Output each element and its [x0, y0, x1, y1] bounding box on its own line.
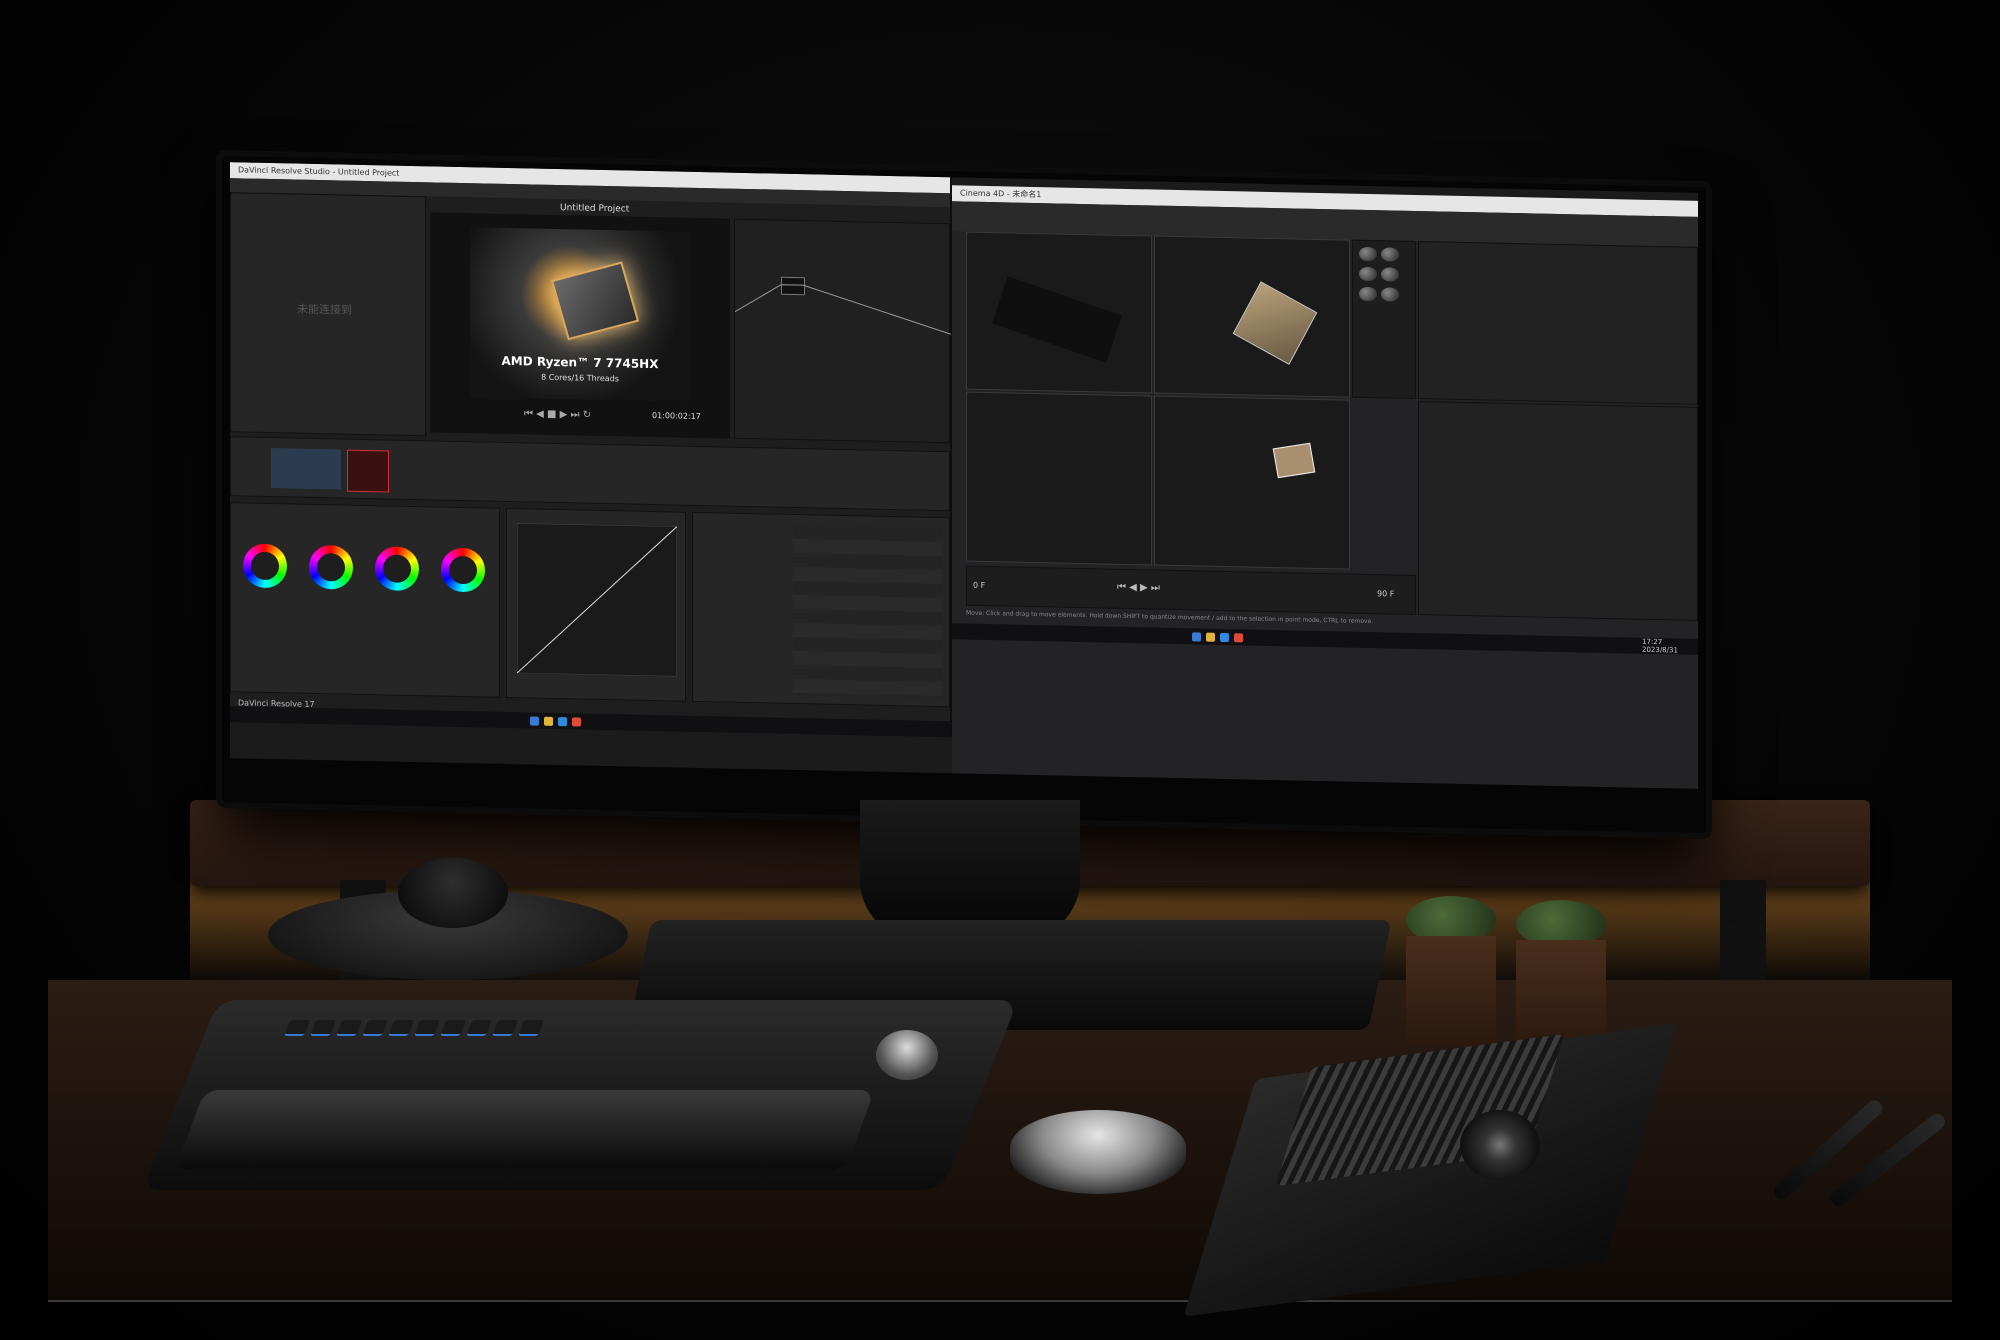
- edge-icon[interactable]: [558, 717, 567, 727]
- wireless-mouse: [1010, 1110, 1186, 1194]
- taskbar-clock: 17:27 2023/8/31: [1642, 638, 1678, 655]
- video-viewer[interactable]: AMD Ryzen™ 7 7745HX 8 Cores/16 Threads ⏮…: [430, 212, 730, 439]
- material-swatch[interactable]: [1359, 246, 1377, 262]
- viewer-caption-sub: 8 Cores/16 Threads: [541, 372, 619, 384]
- wrist-rest: [175, 1090, 875, 1170]
- playback-controls[interactable]: ⏮ ◀ ▶ ⏭: [1117, 582, 1160, 594]
- model-silhouette: [992, 276, 1122, 363]
- clip-thumbnail-strip[interactable]: [230, 436, 950, 512]
- materials-panel[interactable]: [1352, 239, 1416, 400]
- object-manager[interactable]: [1418, 241, 1698, 405]
- frame-field[interactable]: 0 F: [973, 581, 985, 590]
- app-icon[interactable]: [572, 717, 581, 727]
- motherboard-model-small: [1272, 442, 1316, 479]
- cinema4d-window: Cinema 4D - 未命名1 0 F 90 F ⏮ ◀ ▶ ⏭ Move: …: [952, 185, 1698, 789]
- timeline-bar[interactable]: 0 F 90 F ⏮ ◀ ▶ ⏭: [966, 565, 1416, 616]
- plant-pot-left: [1406, 936, 1496, 1046]
- end-frame-field[interactable]: 90 F: [1377, 589, 1394, 598]
- viewport-perspective-top-right[interactable]: [1154, 235, 1350, 398]
- keycap: [309, 1020, 337, 1036]
- project-title: Untitled Project: [560, 203, 630, 215]
- keycap: [439, 1020, 467, 1036]
- keycap: [465, 1020, 493, 1036]
- edge-icon[interactable]: [1220, 632, 1229, 643]
- start-icon[interactable]: [1192, 632, 1201, 642]
- keyboard-volume-knob: [876, 1030, 938, 1080]
- curves-panel[interactable]: [506, 507, 686, 702]
- color-wheels-panel[interactable]: [230, 502, 500, 698]
- curve-graph[interactable]: [517, 523, 677, 677]
- empty-media-text: 未能连接到: [297, 302, 352, 317]
- keycap: [413, 1020, 441, 1036]
- clock-date: 2023/8/31: [1642, 645, 1678, 655]
- viewport-perspective-top-left[interactable]: [966, 231, 1152, 394]
- gamma-wheel[interactable]: [309, 544, 353, 590]
- media-pool-panel[interactable]: 未能连接到: [230, 192, 426, 437]
- material-swatch[interactable]: [1381, 287, 1399, 302]
- app-icon[interactable]: [1234, 633, 1243, 643]
- keycap: [335, 1020, 363, 1036]
- material-swatch[interactable]: [1381, 267, 1399, 282]
- transport-controls[interactable]: ⏮ ◀ ■ ▶ ⏭ ↻: [524, 408, 591, 420]
- gain-wheel[interactable]: [375, 546, 419, 592]
- clip-thumbnail-1[interactable]: [271, 448, 341, 490]
- monitor: DaVinci Resolve Studio - Untitled Projec…: [222, 156, 1706, 834]
- node-editor[interactable]: [734, 218, 951, 444]
- keycap: [283, 1020, 311, 1036]
- davinci-resolve-window: DaVinci Resolve Studio - Untitled Projec…: [230, 162, 952, 738]
- monitor-screen: DaVinci Resolve Studio - Untitled Projec…: [230, 162, 1698, 789]
- cooling-fan: [1460, 1110, 1540, 1180]
- monitor-stand-neck: [860, 800, 1080, 940]
- viewer-caption-title: AMD Ryzen™ 7 7745HX: [501, 353, 659, 372]
- processor-render-image: AMD Ryzen™ 7 7745HX 8 Cores/16 Threads: [470, 227, 690, 402]
- clip-thumbnail-2[interactable]: [347, 449, 389, 493]
- node-connection-lines: [735, 284, 951, 335]
- left-taskbar: [230, 706, 950, 738]
- offset-wheel[interactable]: [441, 547, 485, 593]
- cpu-chip-image: [550, 261, 640, 341]
- keycap: [491, 1020, 519, 1036]
- keyframes-panel[interactable]: [692, 511, 950, 708]
- keycap: [361, 1020, 389, 1036]
- lift-wheel[interactable]: [243, 543, 287, 589]
- viewport-right[interactable]: [1154, 395, 1350, 570]
- material-swatch[interactable]: [1359, 266, 1377, 282]
- keycap: [387, 1020, 415, 1036]
- keyframe-track[interactable]: [793, 524, 943, 699]
- attribute-manager[interactable]: [1418, 401, 1698, 621]
- speaker-puck: [398, 858, 508, 928]
- motherboard-model: [1232, 281, 1318, 365]
- material-swatch[interactable]: [1359, 286, 1377, 302]
- timecode-display: 01:00:02:17: [652, 411, 701, 422]
- folder-icon[interactable]: [1206, 632, 1215, 642]
- viewport-top[interactable]: [966, 391, 1152, 566]
- material-swatch[interactable]: [1381, 247, 1399, 262]
- folder-icon[interactable]: [544, 716, 553, 726]
- keycap: [517, 1020, 545, 1036]
- start-icon[interactable]: [530, 716, 539, 726]
